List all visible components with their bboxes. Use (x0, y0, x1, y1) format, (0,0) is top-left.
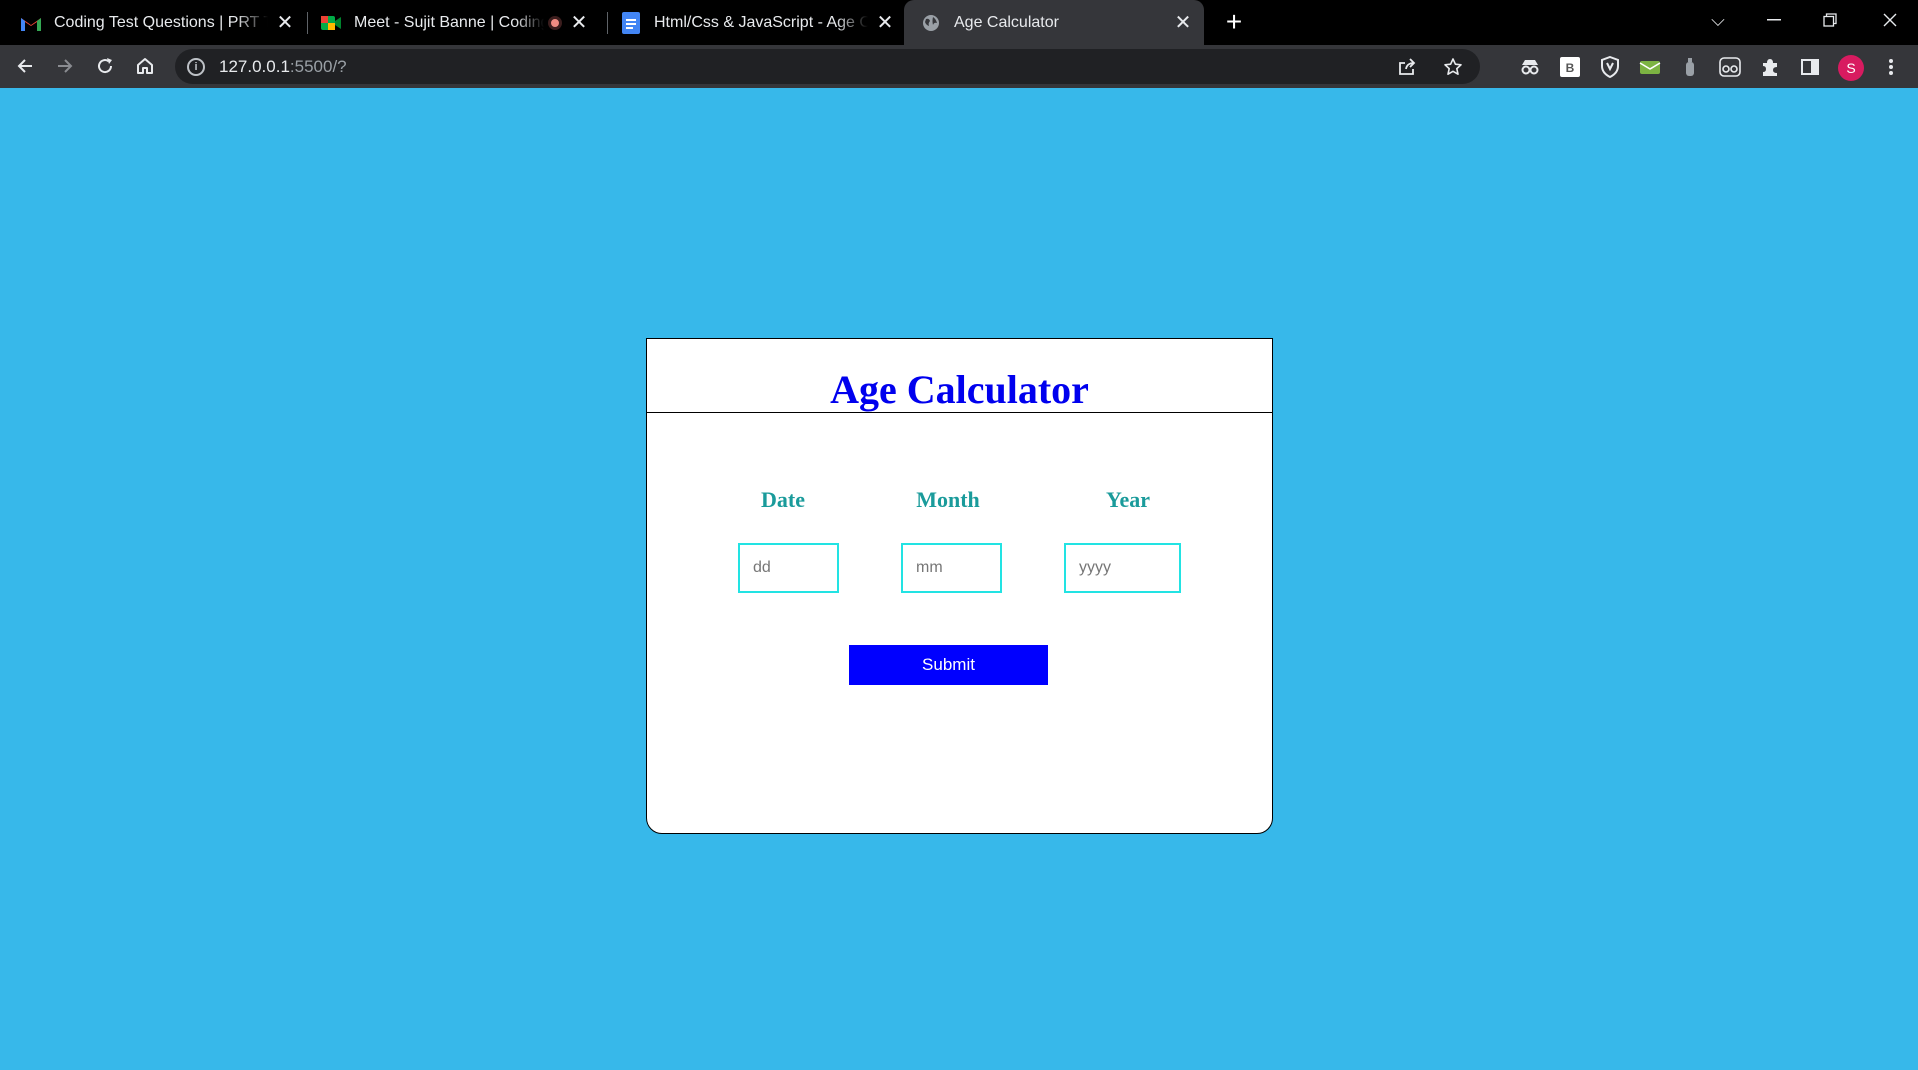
minimize-icon (1767, 19, 1781, 21)
close-tab-icon[interactable]: ✕ (568, 12, 590, 34)
gmail-icon (20, 12, 42, 34)
age-calculator-card: Age Calculator Date Month Year Submit (646, 338, 1273, 834)
forward-arrow-icon (58, 59, 73, 73)
tab-search-chevron-icon[interactable]: ⌵ (1690, 0, 1746, 40)
restore-icon (1823, 13, 1837, 27)
tab-title: Html/Css & JavaScript - Age Calculator (654, 13, 868, 31)
year-label: Year (1106, 487, 1150, 512)
green-mail-icon[interactable] (1639, 56, 1661, 78)
more-menu-icon[interactable] (1880, 56, 1902, 78)
tab-title: Meet - Sujit Banne | Coding Test (354, 13, 544, 31)
tab-strip: Coding Test Questions | PRT Test ✕ Meet … (0, 0, 1918, 45)
bootstrap-b-icon[interactable]: B (1559, 56, 1581, 78)
back-button[interactable] (8, 49, 42, 83)
profile-avatar[interactable]: S (1838, 55, 1864, 81)
puzzle-icon[interactable] (1759, 56, 1781, 78)
close-tab-icon[interactable]: ✕ (874, 12, 896, 34)
back-arrow-icon (17, 59, 32, 73)
url-host: 127.0.0.1 (219, 56, 290, 76)
bookmark-star-icon[interactable] (1442, 56, 1464, 78)
new-tab-button[interactable]: + (1218, 6, 1250, 38)
reload-icon (98, 58, 113, 74)
tab-divider (607, 12, 608, 34)
google-meet-icon (320, 12, 342, 34)
page-title: Age Calculator (830, 367, 1089, 412)
month-input[interactable] (901, 543, 1002, 593)
minimize-button[interactable] (1746, 0, 1802, 40)
globe-icon (920, 12, 942, 34)
date-input[interactable] (738, 543, 839, 593)
svg-text:B: B (1566, 61, 1575, 75)
side-panel-icon[interactable] (1799, 56, 1821, 78)
tab-meet[interactable]: Meet - Sujit Banne | Coding Test ✕ (320, 0, 596, 45)
close-window-button[interactable] (1862, 0, 1918, 40)
month-label: Month (916, 487, 980, 512)
google-docs-icon (620, 11, 642, 34)
date-label: Date (761, 487, 805, 512)
reload-button[interactable] (88, 49, 122, 83)
spy-icon[interactable] (1519, 56, 1541, 78)
browser-toolbar: i 127.0.0.1:5500/? B S (0, 45, 1918, 88)
card-header: Age Calculator (647, 339, 1272, 413)
home-icon (137, 58, 153, 74)
bottle-icon[interactable] (1679, 56, 1701, 78)
tab-title: Coding Test Questions | PRT Test (54, 13, 268, 31)
restore-button[interactable] (1802, 0, 1858, 40)
address-bar[interactable]: i 127.0.0.1:5500/? (175, 49, 1480, 84)
submit-button[interactable]: Submit (849, 645, 1048, 685)
glasses-icon[interactable] (1719, 56, 1741, 78)
home-button[interactable] (128, 49, 162, 83)
forward-button[interactable] (48, 49, 82, 83)
tab-title: Age Calculator (954, 13, 1059, 31)
site-info-icon[interactable]: i (187, 57, 205, 76)
tab-gmail[interactable]: Coding Test Questions | PRT Test ✕ (20, 0, 296, 45)
url-path: :5500/? (289, 56, 347, 76)
year-input[interactable] (1064, 543, 1181, 593)
share-icon[interactable] (1396, 56, 1418, 78)
tab-age-calculator[interactable]: Age Calculator ✕ (904, 0, 1204, 45)
tab-divider (307, 12, 308, 34)
tab-google-docs[interactable]: Html/Css & JavaScript - Age Calculator ✕ (620, 0, 896, 45)
shield-icon[interactable] (1599, 56, 1621, 78)
recording-indicator-icon (548, 15, 562, 30)
close-tab-icon[interactable]: ✕ (1172, 12, 1194, 34)
close-window-icon (1883, 13, 1897, 27)
close-tab-icon[interactable]: ✕ (274, 12, 296, 34)
